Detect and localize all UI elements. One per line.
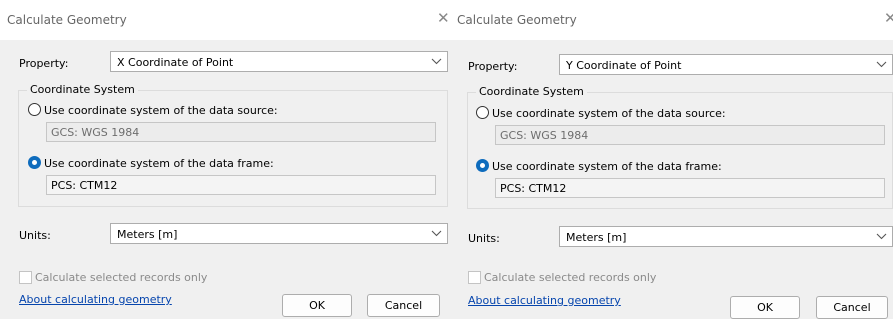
source-cs-radio[interactable] — [476, 106, 489, 119]
units-value: Meters [m] — [117, 228, 178, 241]
coordinate-system-legend: Coordinate System — [476, 85, 587, 98]
source-cs-field: GCS: WGS 1984 — [495, 125, 885, 145]
units-label: Units: — [468, 232, 500, 245]
frame-cs-label[interactable]: Use coordinate system of the data frame: — [44, 157, 274, 170]
ok-button[interactable]: OK — [730, 296, 800, 319]
units-value: Meters [m] — [566, 231, 627, 244]
calculate-geometry-dialog-y: Calculate Geometry ✕ Property: Y Coordin… — [450, 0, 893, 319]
source-cs-value: GCS: WGS 1984 — [51, 126, 140, 139]
source-cs-value: GCS: WGS 1984 — [500, 129, 589, 142]
about-geometry-link[interactable]: About calculating geometry — [19, 293, 172, 306]
chevron-down-icon — [431, 58, 442, 65]
chevron-down-icon — [876, 61, 887, 68]
calculate-geometry-dialog-x: Calculate Geometry ✕ Property: X Coordin… — [0, 0, 450, 319]
property-label: Property: — [19, 57, 69, 70]
source-cs-label[interactable]: Use coordinate system of the data source… — [44, 104, 278, 117]
title-bar: Calculate Geometry ✕ — [450, 0, 893, 40]
selected-only-checkbox[interactable] — [468, 271, 481, 284]
selected-only-checkbox[interactable] — [19, 271, 32, 284]
close-icon[interactable]: ✕ — [437, 9, 450, 27]
frame-cs-field: PCS: CTM12 — [495, 178, 885, 198]
frame-cs-radio[interactable] — [476, 159, 489, 172]
source-cs-field: GCS: WGS 1984 — [46, 122, 436, 142]
title-bar: Calculate Geometry ✕ — [0, 0, 450, 40]
cancel-button[interactable]: Cancel — [816, 296, 888, 319]
source-cs-radio[interactable] — [28, 103, 41, 116]
dialog-title: Calculate Geometry — [7, 13, 127, 27]
chevron-down-icon — [431, 230, 442, 237]
ok-button[interactable]: OK — [282, 294, 352, 317]
property-value: X Coordinate of Point — [117, 56, 234, 69]
property-value: Y Coordinate of Point — [566, 59, 682, 72]
frame-cs-label[interactable]: Use coordinate system of the data frame: — [492, 160, 722, 173]
chevron-down-icon — [876, 233, 887, 240]
selected-only-label[interactable]: Calculate selected records only — [484, 271, 656, 284]
property-label: Property: — [468, 60, 518, 73]
cancel-button[interactable]: Cancel — [367, 294, 440, 317]
dialog-title: Calculate Geometry — [457, 13, 577, 27]
about-geometry-link[interactable]: About calculating geometry — [468, 294, 621, 307]
frame-cs-value: PCS: CTM12 — [500, 182, 567, 195]
close-icon[interactable]: ✕ — [884, 9, 893, 27]
units-dropdown[interactable]: Meters [m] — [559, 226, 893, 247]
selected-only-label[interactable]: Calculate selected records only — [35, 271, 207, 284]
frame-cs-field: PCS: CTM12 — [46, 175, 436, 195]
frame-cs-radio[interactable] — [28, 156, 41, 169]
units-dropdown[interactable]: Meters [m] — [110, 223, 448, 244]
coordinate-system-legend: Coordinate System — [27, 83, 138, 96]
property-dropdown[interactable]: Y Coordinate of Point — [559, 54, 893, 75]
property-dropdown[interactable]: X Coordinate of Point — [110, 51, 448, 72]
frame-cs-value: PCS: CTM12 — [51, 179, 118, 192]
source-cs-label[interactable]: Use coordinate system of the data source… — [492, 107, 726, 120]
units-label: Units: — [19, 229, 51, 242]
